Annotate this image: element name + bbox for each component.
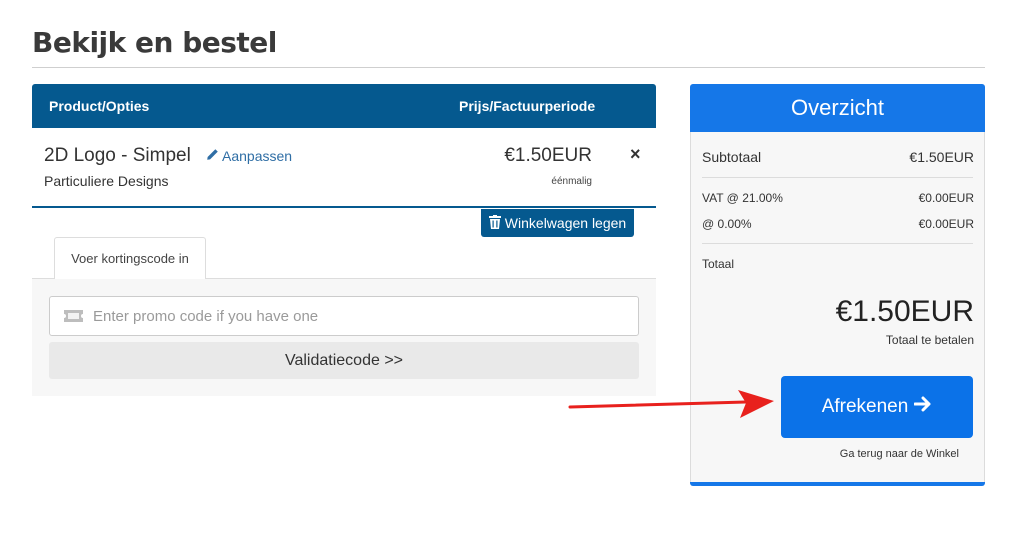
edit-product-link[interactable]: Aanpassen [206, 148, 292, 164]
edit-link-label: Aanpassen [222, 148, 293, 164]
summary-title: Overzicht [690, 84, 985, 132]
trash-icon [488, 214, 501, 232]
product-price: €1.50EUR [504, 145, 592, 166]
cart-item-row: 2D Logo - Simpel Aanpassen Particuliere … [32, 128, 656, 206]
total-amount-label: Totaal te betalen [885, 333, 974, 347]
product-column-header: Product/Opties [49, 98, 150, 114]
product-group: Particuliere Designs [44, 173, 169, 189]
page-title: Bekijk en bestel [32, 26, 277, 59]
total-amount: €1.50EUR [835, 295, 974, 328]
empty-cart-button[interactable]: Winkelwagen legen [481, 209, 634, 237]
tab-promo-code[interactable]: Voer kortingscode in [54, 237, 206, 279]
billing-period: éénmalig [551, 176, 592, 187]
cart-table-header: Product/Opties Prijs/Factuurperiode [32, 84, 656, 128]
close-icon[interactable]: × [630, 144, 641, 164]
empty-cart-label: Winkelwagen legen [504, 215, 627, 231]
vat-label: VAT @ 21.00% [702, 191, 783, 205]
checkout-button[interactable]: Afrekenen [781, 376, 973, 438]
checkout-label: Afrekenen [821, 396, 909, 417]
product-name: 2D Logo - Simpel [44, 145, 191, 166]
back-to-shop-link[interactable]: Ga terug naar de Winkel [840, 448, 959, 460]
total-label: Totaal [702, 257, 735, 271]
red-arrow-annotation [568, 390, 774, 418]
vat-value: €0.00EUR [918, 191, 974, 205]
promo-code-field[interactable] [49, 296, 639, 336]
arrow-right-icon [913, 396, 932, 418]
summary-divider [702, 177, 973, 178]
subtotal-row: Subtotaal €1.50EUR [702, 149, 974, 165]
summary-bottom-bar [690, 482, 985, 486]
validate-code-button[interactable]: Validatiecode >> [49, 342, 639, 379]
tax2-value: €0.00EUR [918, 217, 974, 231]
promo-code-input[interactable] [91, 306, 615, 326]
tax2-label: @ 0.00% [702, 217, 752, 231]
summary-divider [702, 243, 973, 244]
tax2-row: @ 0.00% €0.00EUR [702, 217, 974, 231]
subtotal-value: €1.50EUR [909, 149, 974, 165]
cart-divider [32, 206, 656, 208]
title-divider [32, 67, 985, 68]
ticket-icon [64, 310, 83, 322]
pencil-icon [206, 148, 219, 164]
subtotal-label: Subtotaal [702, 149, 762, 165]
vat-row: VAT @ 21.00% €0.00EUR [702, 191, 974, 205]
order-summary-panel: Overzicht Subtotaal €1.50EUR VAT @ 21.00… [690, 84, 985, 486]
price-column-header: Prijs/Factuurperiode [459, 98, 596, 114]
